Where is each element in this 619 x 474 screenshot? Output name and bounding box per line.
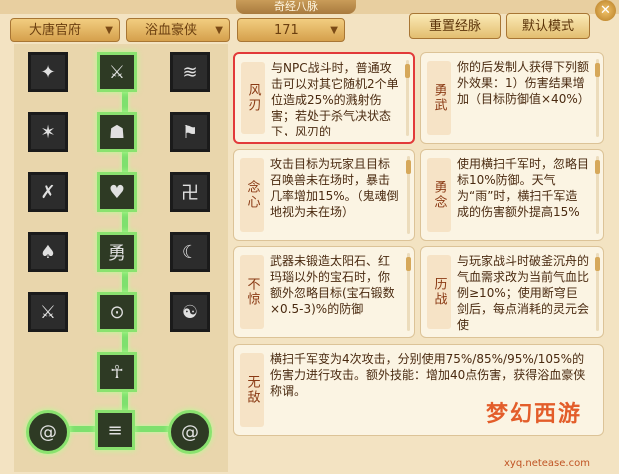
chevron-down-icon: ▼ bbox=[215, 25, 223, 36]
jingmai-window: 奇经八脉 ✕ 大唐官府 ▼ 浴血豪侠 ▼ 171 ▼ 重置经脉 默认模式 ✦ ⚔… bbox=[0, 0, 619, 474]
skill-card-tag: 不惊 bbox=[240, 255, 264, 329]
window-title: 奇经八脉 bbox=[236, 0, 356, 14]
faction-value: 大唐官府 bbox=[29, 23, 82, 38]
skill-card-text: 你的后发制人获得下列额外效果：1）伤害结果增加（目标防御值×40%） bbox=[457, 60, 589, 106]
skill-node[interactable]: ☗ bbox=[97, 112, 137, 152]
skill-card[interactable]: 历战 与玩家战斗时破釜沉舟的气血需求改为当前气血比例≥10%；使用断穹巨剑后，每… bbox=[420, 246, 604, 338]
skill-card-tag: 无敌 bbox=[240, 353, 264, 427]
skill-card-tag: 勇念 bbox=[427, 158, 451, 232]
skill-card-tag: 念心 bbox=[240, 158, 264, 232]
skill-node[interactable]: ♠ bbox=[28, 232, 68, 272]
chevron-down-icon: ▼ bbox=[105, 25, 113, 36]
skill-node[interactable]: ✗ bbox=[28, 172, 68, 212]
skill-node[interactable]: ≋ bbox=[170, 52, 210, 92]
skill-node[interactable]: 卍 bbox=[170, 172, 210, 212]
close-icon[interactable]: ✕ bbox=[595, 0, 616, 21]
skill-node[interactable]: ✦ bbox=[28, 52, 68, 92]
skill-node[interactable]: ⊙ bbox=[97, 292, 137, 332]
skill-node[interactable]: 勇 bbox=[97, 232, 137, 272]
skill-node[interactable]: ≡ bbox=[95, 410, 135, 450]
skill-card[interactable]: 念心 攻击目标为玩家且目标召唤兽未在场时，暴击几率增加15%。（鬼魂倒地视为未在… bbox=[233, 149, 415, 241]
scrollbar-thumb[interactable] bbox=[595, 257, 600, 271]
faction-dropdown[interactable]: 大唐官府 ▼ bbox=[10, 18, 120, 42]
skill-node[interactable]: ☾ bbox=[170, 232, 210, 272]
scrollbar-thumb[interactable] bbox=[595, 160, 600, 174]
skill-node[interactable]: ☥ bbox=[97, 352, 137, 392]
game-logo: 梦幻西游 bbox=[486, 401, 583, 427]
skill-card-tag: 历战 bbox=[427, 255, 451, 329]
skill-card-text: 使用横扫千军时，忽略目标10%防御。天气为“雨”时，横扫千军造成的伤害额外提高1… bbox=[457, 157, 589, 219]
skill-card-tag: 勇武 bbox=[427, 61, 451, 135]
points-dropdown[interactable]: 171 ▼ bbox=[237, 18, 345, 42]
site-url: xyq.netease.com bbox=[504, 458, 590, 469]
skill-card[interactable]: 风刃 与NPC战斗时，普通攻击可以对其它随机2个单位造成25%的溅射伤害；若处于… bbox=[233, 52, 415, 144]
skill-node[interactable]: ⚔ bbox=[97, 52, 137, 92]
scrollbar-thumb[interactable] bbox=[406, 257, 411, 271]
default-mode-button[interactable]: 默认模式 bbox=[506, 13, 590, 39]
skill-node[interactable]: ⚔ bbox=[28, 292, 68, 332]
skill-card[interactable]: 勇武 你的后发制人获得下列额外效果：1）伤害结果增加（目标防御值×40%） bbox=[420, 52, 604, 144]
skill-card-text: 攻击目标为玩家且目标召唤兽未在场时，暴击几率增加15%。（鬼魂倒地视为未在场） bbox=[270, 157, 399, 219]
skill-node[interactable]: ✶ bbox=[28, 112, 68, 152]
scrollbar-thumb[interactable] bbox=[406, 160, 411, 174]
skill-card-text: 与NPC战斗时，普通攻击可以对其它随机2个单位造成25%的溅射伤害；若处于杀气决… bbox=[271, 61, 399, 136]
skill-card-tag: 风刃 bbox=[241, 62, 265, 134]
school-value: 浴血豪侠 bbox=[145, 23, 198, 38]
skill-card[interactable]: 勇念 使用横扫千军时，忽略目标10%防御。天气为“雨”时，横扫千军造成的伤害额外… bbox=[420, 149, 604, 241]
scrollbar-thumb[interactable] bbox=[405, 64, 410, 78]
reset-meridians-button[interactable]: 重置经脉 bbox=[409, 13, 501, 39]
chevron-down-icon: ▼ bbox=[330, 25, 338, 36]
skill-node[interactable]: @ bbox=[168, 410, 212, 454]
skill-card[interactable]: 不惊 武器未锻造太阳石、红玛瑙以外的宝石时，你额外忽略目标(宝石锻数×0.5-3… bbox=[233, 246, 415, 338]
skill-node[interactable]: @ bbox=[26, 410, 70, 454]
points-value: 171 bbox=[274, 23, 299, 38]
skill-node[interactable]: ☯ bbox=[170, 292, 210, 332]
school-dropdown[interactable]: 浴血豪侠 ▼ bbox=[126, 18, 230, 42]
skill-node[interactable]: ⚑ bbox=[170, 112, 210, 152]
skill-card-text: 武器未锻造太阳石、红玛瑙以外的宝石时，你额外忽略目标(宝石锻数×0.5-3)%的… bbox=[270, 254, 395, 316]
scrollbar-thumb[interactable] bbox=[595, 63, 600, 77]
skill-node[interactable]: ♥ bbox=[97, 172, 137, 212]
skill-card-text: 与玩家战斗时破釜沉舟的气血需求改为当前气血比例≥10%；使用断穹巨剑后，每点消耗… bbox=[457, 254, 589, 331]
